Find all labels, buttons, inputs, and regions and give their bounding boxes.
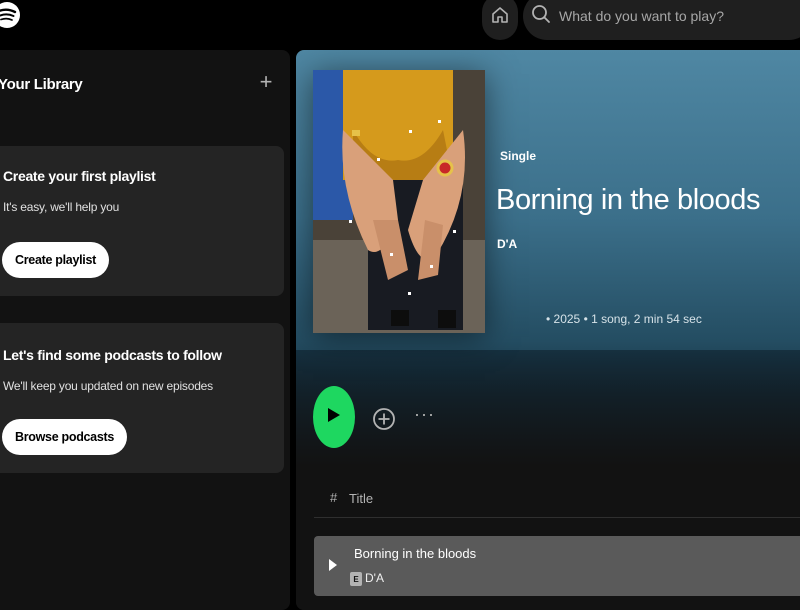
column-number: # xyxy=(330,490,338,505)
plus-circle-icon xyxy=(372,408,396,438)
create-playlist-button[interactable]: Create playlist xyxy=(2,242,109,278)
add-to-library-button[interactable] xyxy=(372,404,396,434)
play-icon xyxy=(327,407,341,428)
browse-podcasts-button[interactable]: Browse podcasts xyxy=(2,419,128,455)
top-bar xyxy=(0,0,800,46)
tracklist-header: # Title xyxy=(314,488,800,518)
podcasts-card-title: Let's find some podcasts to follow xyxy=(3,347,222,363)
play-button[interactable] xyxy=(313,386,355,448)
search-input[interactable] xyxy=(557,7,797,25)
create-playlist-plus-icon[interactable]: + xyxy=(256,70,276,94)
track-artist-link[interactable]: D'A xyxy=(365,571,384,585)
spotify-logo-icon[interactable] xyxy=(0,2,20,28)
home-button[interactable] xyxy=(482,0,518,40)
library-title[interactable]: Your Library xyxy=(0,76,83,93)
release-meta: • 2025 • 1 song, 2 min 54 sec xyxy=(546,312,702,326)
track-title[interactable]: Borning in the bloods xyxy=(354,546,476,561)
search-bar[interactable] xyxy=(523,0,800,40)
track-play-icon[interactable] xyxy=(328,558,338,572)
create-playlist-card: Create your first playlist It's easy, we… xyxy=(0,146,284,296)
more-options-button[interactable]: ··· xyxy=(414,405,436,429)
explicit-badge: E xyxy=(350,572,362,586)
release-title: Borning in the bloods xyxy=(496,184,761,216)
podcasts-card-subtitle: We'll keep you updated on new episodes xyxy=(3,379,213,393)
column-title: Title xyxy=(349,491,374,506)
release-type: Single xyxy=(500,149,537,163)
home-icon xyxy=(490,5,510,30)
release-main-panel: Single Borning in the bloods D'A • 2025 … xyxy=(296,50,800,610)
release-artist-link[interactable]: D'A xyxy=(497,237,517,251)
create-playlist-card-title: Create your first playlist xyxy=(3,168,156,184)
podcasts-card: Let's find some podcasts to follow We'll… xyxy=(0,323,284,473)
track-row[interactable]: Borning in the bloods E D'A xyxy=(314,536,800,596)
create-playlist-card-subtitle: It's easy, we'll help you xyxy=(3,200,120,214)
album-cover[interactable] xyxy=(313,70,485,333)
search-icon xyxy=(531,4,551,29)
library-sidebar: Your Library + Create your first playlis… xyxy=(0,50,290,610)
